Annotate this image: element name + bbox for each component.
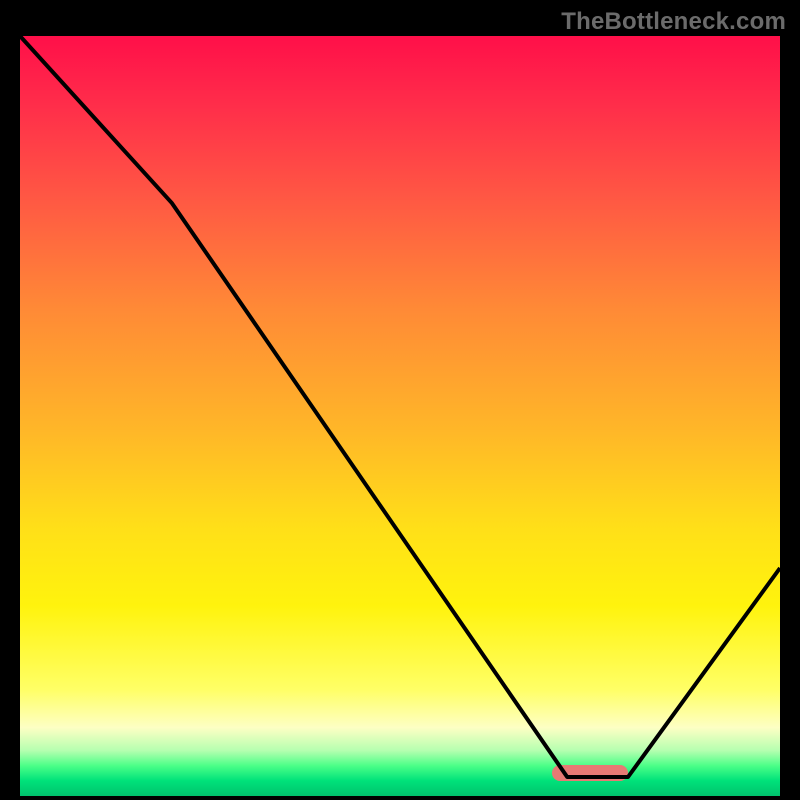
bottleneck-curve [20, 36, 780, 796]
plot-area [20, 36, 780, 796]
watermark-text: TheBottleneck.com [561, 8, 786, 36]
bottleneck-curve-path [20, 36, 780, 777]
chart-container: TheBottleneck.com [0, 0, 800, 800]
